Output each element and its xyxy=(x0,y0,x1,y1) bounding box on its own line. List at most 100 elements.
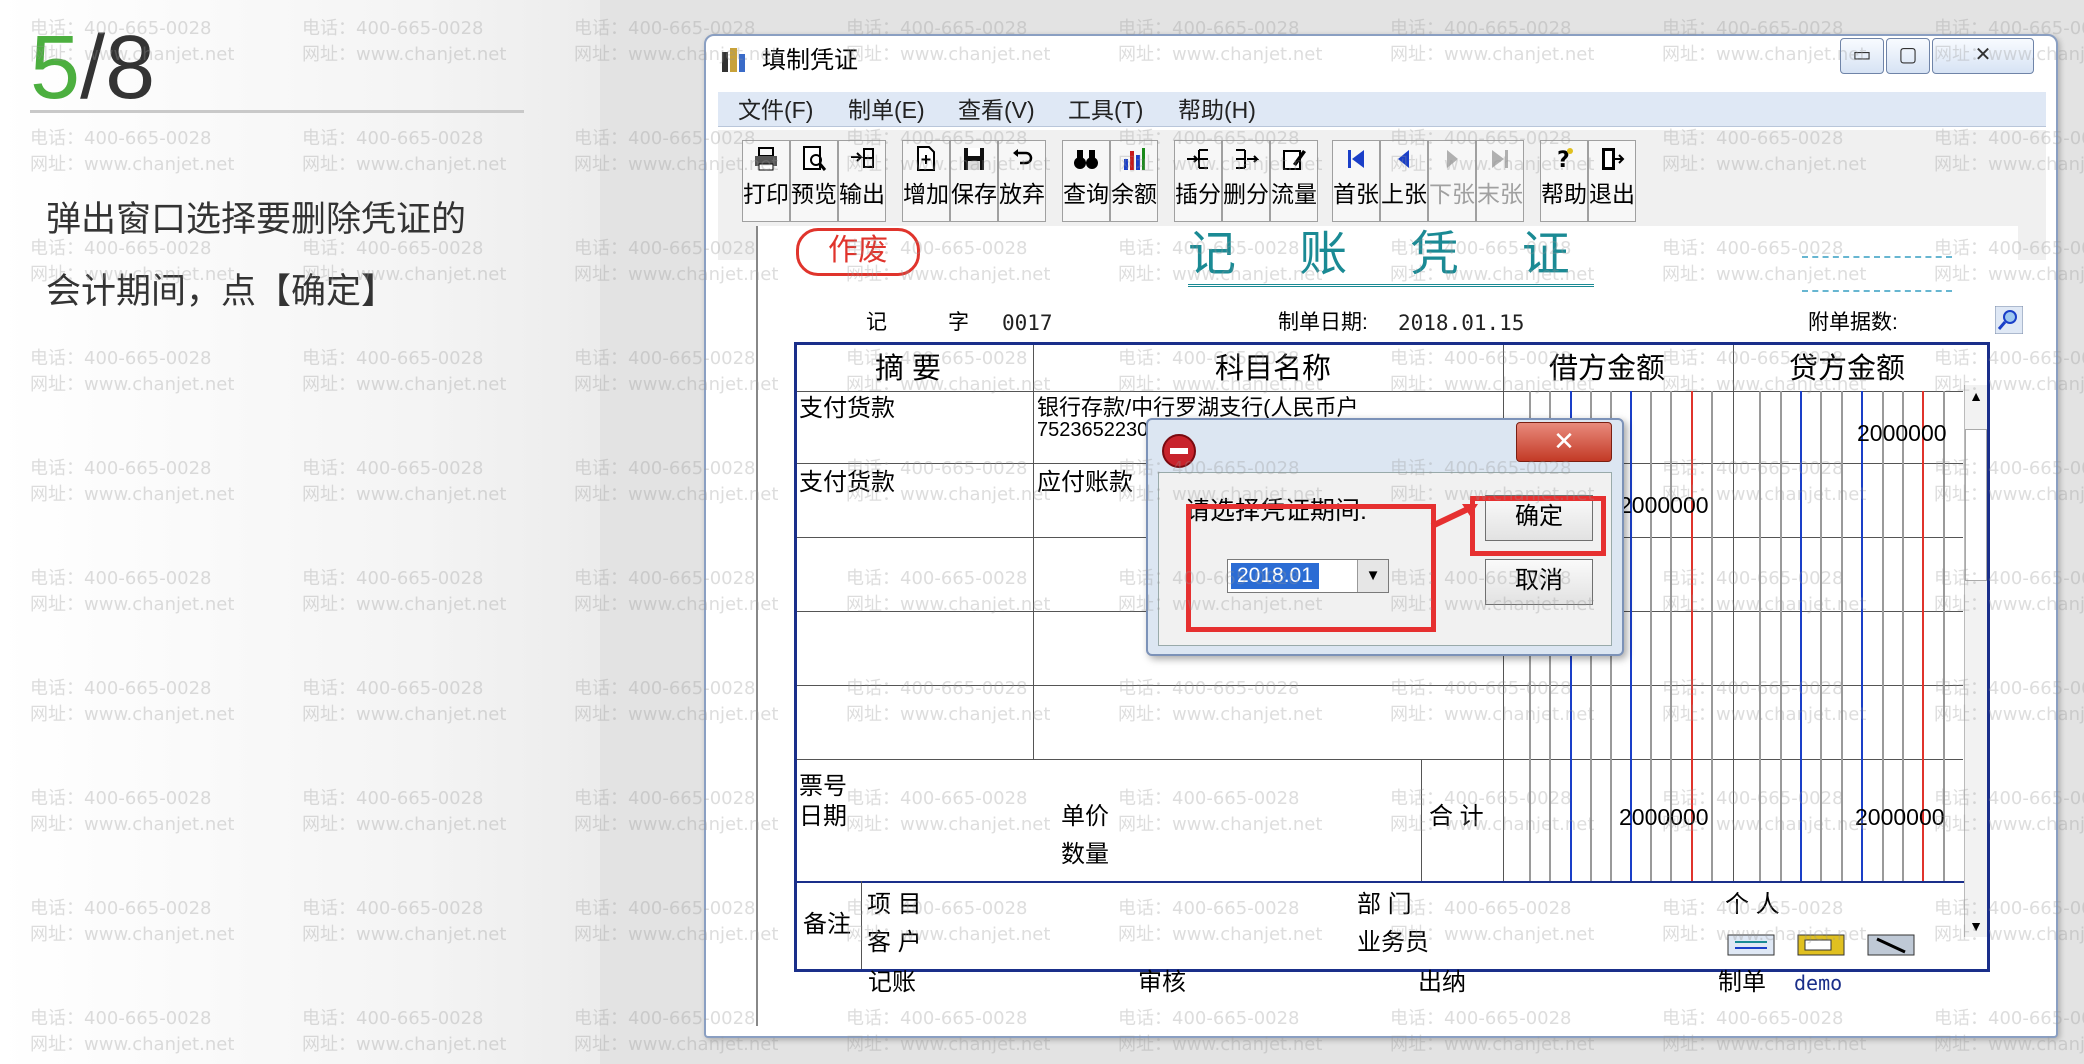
floppy-disk-icon xyxy=(964,148,984,170)
notes-icon[interactable] xyxy=(1727,933,1775,957)
close-button[interactable]: ✕ xyxy=(1932,38,2034,74)
menu-view[interactable]: 查看(V) xyxy=(958,96,1035,124)
tools-icon[interactable] xyxy=(1867,933,1915,957)
divider xyxy=(30,110,524,113)
scroll-thumb[interactable] xyxy=(1965,429,1987,581)
first-button[interactable]: 首张 xyxy=(1332,140,1380,222)
help-button[interactable]: ? 帮助 xyxy=(1540,140,1588,222)
previous-button[interactable]: 上张 xyxy=(1380,140,1428,222)
void-stamp: 作废 xyxy=(796,228,920,276)
delete-row-label: 删分 xyxy=(1223,181,1269,207)
title-bar[interactable]: 填制凭证 ▭ ▢ ✕ xyxy=(706,36,2056,86)
menu-tools[interactable]: 工具(T) xyxy=(1068,96,1143,124)
attachments-label: 附单据数: xyxy=(1808,311,1898,334)
export-icon xyxy=(851,148,874,168)
balance-button[interactable]: 余额 xyxy=(1110,140,1158,222)
bar-chart-icon xyxy=(1124,148,1145,170)
row-divider xyxy=(797,881,1987,883)
col-divider xyxy=(1733,345,1734,881)
last-button[interactable]: 末张 xyxy=(1476,140,1524,222)
audit-label: 审核 xyxy=(1138,969,1186,996)
header-credit: 贷方金额 xyxy=(1789,353,1906,385)
save-button[interactable]: 保存 xyxy=(950,140,998,222)
row1-credit[interactable]: 2000000 xyxy=(1857,419,1947,447)
search-icon[interactable] xyxy=(1995,306,2023,334)
annotation-arrow-icon xyxy=(1430,504,1478,529)
voucher-number[interactable]: 0017 xyxy=(1002,310,1053,336)
previous-arrow-icon xyxy=(1398,150,1409,168)
preview-button[interactable]: 预览 xyxy=(790,140,838,222)
add-button[interactable]: 增加 xyxy=(902,140,950,222)
next-label: 下张 xyxy=(1429,181,1475,207)
voucher-title: 记 账 凭 证 xyxy=(1188,224,1594,287)
menu-bar: 文件(F) 制单(E) 查看(V) 工具(T) 帮助(H) xyxy=(718,92,2046,127)
cancel-button[interactable]: 取消 xyxy=(1485,559,1593,605)
save-label: 保存 xyxy=(951,181,997,207)
scroll-up-icon[interactable]: ▲ xyxy=(1965,385,1987,407)
highlight-ok-box xyxy=(1470,496,1606,556)
row2-account[interactable]: 应付账款 xyxy=(1037,469,1133,497)
insert-row-label: 插分 xyxy=(1175,181,1221,207)
instruction-line: 弹出窗口选择要删除凭证的 xyxy=(46,200,467,240)
cash-flow-label: 流量 xyxy=(1271,181,1317,207)
abandon-button[interactable]: 放弃 xyxy=(998,140,1046,222)
row1-account[interactable]: 银行存款/中行罗湖支行(人民币户 xyxy=(1037,397,1358,419)
instruction-panel: 5/8 弹出窗口选择要删除凭证的 会计期间，点【确定】 xyxy=(0,0,600,1064)
voucher-word: 记 xyxy=(866,311,887,334)
row2-summary[interactable]: 支付货款 xyxy=(799,469,895,497)
export-button[interactable]: 输出 xyxy=(838,140,886,222)
vertical-scrollbar[interactable]: ▲ ▼ xyxy=(1964,385,1987,937)
row2-debit[interactable]: 2000000 xyxy=(1619,491,1709,519)
instruction-line: 会计期间，点【确定】 xyxy=(46,272,397,312)
print-button[interactable]: 打印 xyxy=(742,140,790,222)
row-divider xyxy=(797,759,1963,760)
dialog-close-button[interactable]: ✕ xyxy=(1516,422,1612,462)
query-button[interactable]: 查询 xyxy=(1062,140,1110,222)
next-button[interactable]: 下张 xyxy=(1428,140,1476,222)
digit-line xyxy=(1841,391,1843,881)
quantity-label: 数量 xyxy=(1061,841,1109,868)
voucher-date[interactable]: 2018.01.15 xyxy=(1398,310,1524,336)
window-title: 填制凭证 xyxy=(762,47,858,74)
unit-price-label: 单价 xyxy=(1061,803,1109,830)
menu-file[interactable]: 文件(F) xyxy=(738,96,813,124)
delete-row-button[interactable]: 删分 xyxy=(1222,140,1270,222)
first-label: 首张 xyxy=(1333,181,1379,207)
row1-account-code: 7523652230 xyxy=(1037,419,1149,441)
exit-button[interactable]: 退出 xyxy=(1588,140,1636,222)
cash-flow-button[interactable]: 流量 xyxy=(1270,140,1318,222)
person-label: 个 人 xyxy=(1725,891,1780,918)
col-divider xyxy=(1033,345,1034,759)
last-record-icon xyxy=(1492,150,1508,168)
insert-row-button[interactable]: 插分 xyxy=(1174,140,1222,222)
new-document-icon xyxy=(917,146,935,171)
project-label: 项 目 xyxy=(867,891,922,918)
edit-pen-icon xyxy=(1283,150,1306,170)
card-icon[interactable] xyxy=(1797,933,1845,957)
menu-voucher[interactable]: 制单(E) xyxy=(848,96,925,124)
menu-help[interactable]: 帮助(H) xyxy=(1178,96,1256,124)
help-icon: ? xyxy=(1557,148,1573,173)
cashier-label: 出纳 xyxy=(1418,969,1466,996)
step-total: /8 xyxy=(80,18,156,118)
date-label: 制单日期: xyxy=(1278,311,1368,334)
export-label: 输出 xyxy=(839,181,885,207)
header-summary: 摘 要 xyxy=(875,353,942,385)
minimize-button[interactable]: ▭ xyxy=(1840,38,1884,74)
dotted-line xyxy=(1802,290,1952,292)
remark-label: 备注 xyxy=(803,911,851,938)
total-debit: 2000000 xyxy=(1619,804,1709,830)
row1-summary[interactable]: 支付货款 xyxy=(799,395,895,423)
scroll-down-icon[interactable]: ▼ xyxy=(1965,915,1987,937)
balance-label: 余额 xyxy=(1111,181,1157,207)
dotted-line xyxy=(1802,256,1952,258)
delete-row-icon xyxy=(1236,149,1259,169)
help-label: 帮助 xyxy=(1541,181,1587,207)
bookkeeping-label: 记账 xyxy=(868,969,916,996)
salesman-label: 业务员 xyxy=(1357,929,1429,956)
maximize-button[interactable]: ▢ xyxy=(1886,38,1930,74)
total-label: 合 计 xyxy=(1429,803,1484,830)
voucher-zi: 字 xyxy=(948,311,969,334)
exit-door-icon xyxy=(1602,148,1625,170)
printer-icon xyxy=(755,147,777,171)
